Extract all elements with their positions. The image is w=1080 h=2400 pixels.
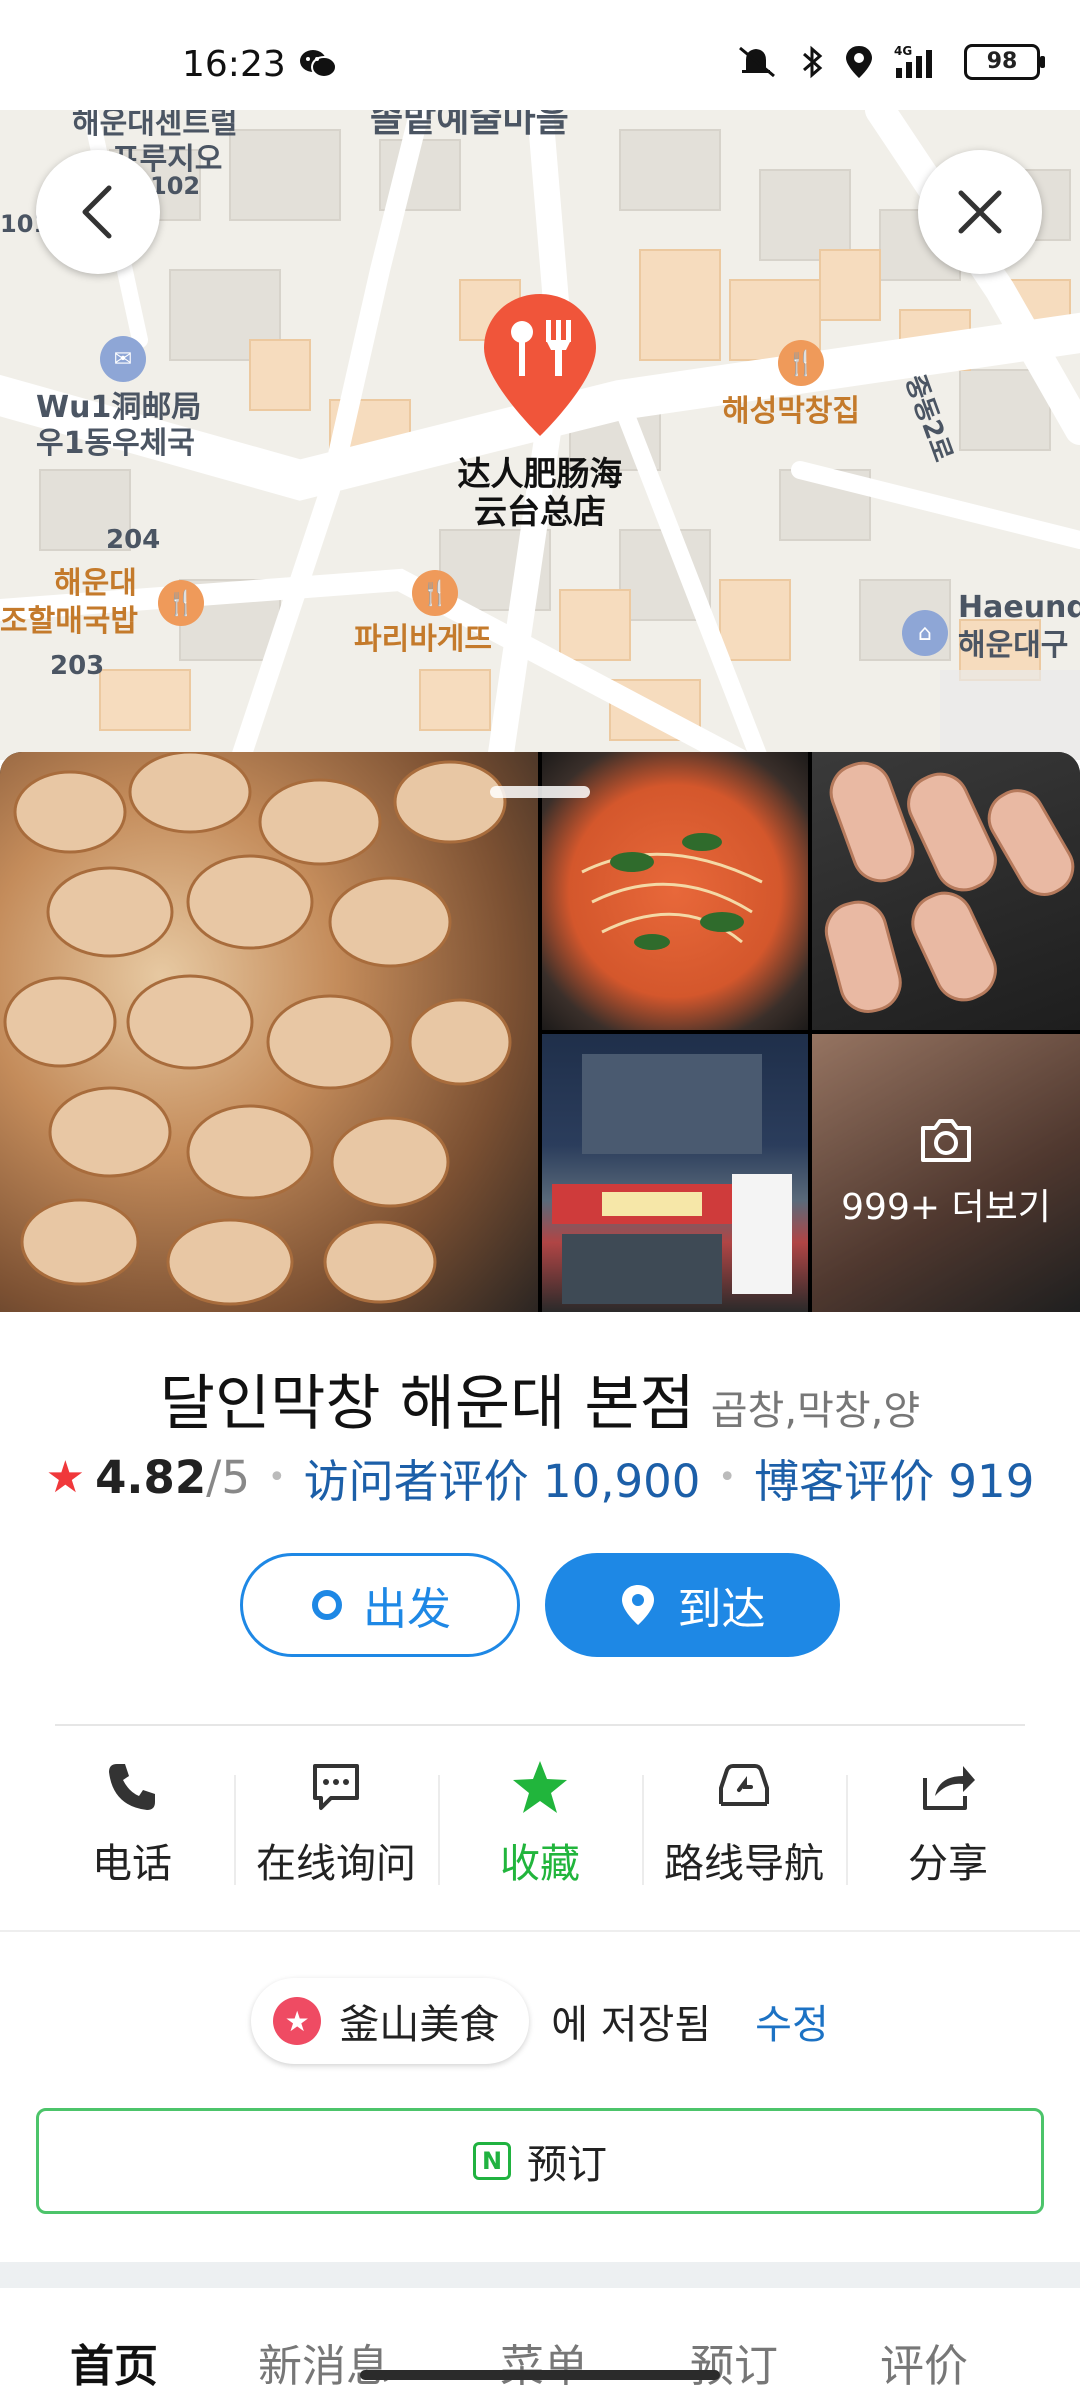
post-office-icon: ✉: [100, 336, 146, 382]
rating-star-icon: ★: [45, 1452, 86, 1503]
favorite-label: 收藏: [500, 1841, 580, 1887]
pin-label: 达人肥肠海: [457, 454, 623, 493]
saved-list-chip[interactable]: ★ 釜山美食: [251, 1978, 530, 2064]
share-icon: [923, 1766, 975, 1810]
route-navigation-action[interactable]: 路线导航: [642, 1755, 846, 1895]
close-icon: [958, 190, 1002, 234]
chat-icon: [313, 1764, 359, 1810]
map-label: 우1동우체국: [36, 426, 195, 461]
restaurant-icon: 🍴: [158, 580, 204, 626]
section-gap: [0, 2262, 1080, 2288]
battery-indicator: 98: [964, 44, 1045, 80]
map-label: 솔밭예술마을: [370, 110, 569, 140]
photo-main-art: [3, 752, 512, 1306]
favorite-action[interactable]: 收藏: [438, 1755, 642, 1895]
photo-gallery[interactable]: 999+ 더보기: [0, 752, 1080, 1312]
status-bar: 16:23 4G 98: [0, 0, 1080, 110]
map-label: 파리바게뜨: [354, 622, 492, 657]
separator-dot: •: [267, 1460, 286, 1495]
signal-icon: 4G: [894, 44, 932, 78]
separator-dot: •: [718, 1460, 737, 1495]
route-navigation-label: 路线导航: [664, 1841, 824, 1887]
map-label: Wu1洞邮局: [36, 390, 202, 425]
photo-storefront-art: [552, 1054, 792, 1304]
origin-dot-icon: [312, 1590, 342, 1620]
depart-label: 出发: [363, 1584, 451, 1635]
edit-saved-link[interactable]: 수정: [755, 1992, 829, 2050]
saved-list-name: 釜山美食: [339, 2002, 500, 2048]
place-category: 곱창,막창,양: [710, 1388, 921, 1434]
map-label: 203: [50, 651, 105, 681]
call-label: 电话: [92, 1841, 172, 1887]
location-icon: [846, 46, 872, 78]
more-photos-overlay[interactable]: 999+ 더보기: [812, 1034, 1080, 1312]
mute-icon: [739, 46, 775, 78]
bluetooth-icon: [803, 45, 823, 79]
car-icon: [719, 1764, 769, 1806]
blog-reviews-link[interactable]: 博客评价 919: [754, 1445, 1034, 1510]
map-label: 204: [106, 525, 161, 555]
share-action[interactable]: 分享: [846, 1755, 1050, 1895]
tab-news[interactable]: 新消息: [258, 2330, 390, 2394]
tab-home[interactable]: 首页: [70, 2330, 158, 2394]
photo-sausage[interactable]: [812, 752, 1080, 1030]
saved-star-icon: ★: [273, 1997, 322, 2045]
pin-label: 云台总店: [474, 492, 606, 531]
government-icon: ⌂: [902, 610, 948, 656]
rating-out-of: /5: [206, 1451, 250, 1504]
wechat-icon: [300, 50, 337, 78]
online-inquiry-label: 在线询问: [256, 1841, 416, 1887]
call-action[interactable]: 电话: [30, 1755, 234, 1895]
tab-reviews[interactable]: 评价: [880, 2330, 968, 2394]
action-bar: 电话 在线询问 收藏 路线导航 分享: [30, 1755, 1050, 1895]
online-inquiry-action[interactable]: 在线询问: [234, 1755, 438, 1895]
close-button[interactable]: [918, 150, 1042, 274]
star-icon: [513, 1761, 567, 1813]
more-photos-label: 999+ 더보기: [841, 1187, 1051, 1228]
svg-text:4G: 4G: [894, 44, 912, 58]
tab-reservation[interactable]: 预订: [690, 2330, 778, 2394]
map-label: Haeund: [958, 590, 1080, 625]
divider: [55, 1724, 1025, 1726]
rating-score: 4.82: [95, 1451, 207, 1504]
section-divider: [0, 1930, 1080, 1932]
camera-icon: [921, 1119, 971, 1162]
place-name: 달인막창 해운대 본점: [159, 1369, 695, 1439]
status-icons: 4G 98: [736, 44, 1045, 80]
arrive-label: 到达: [677, 1584, 766, 1635]
chevron-left-icon: [82, 185, 112, 239]
share-label: 分享: [908, 1841, 988, 1887]
saved-row: ★ 釜山美食 에 저장됨 수정: [0, 1978, 1080, 2064]
map-label: 해운대: [54, 566, 137, 601]
back-button[interactable]: [36, 150, 160, 274]
status-time: 16:23: [182, 44, 286, 85]
phone-icon: [109, 1764, 155, 1810]
home-indicator[interactable]: [360, 2370, 720, 2380]
place-title-row: 달인막창 해운대 본점 곱창,막창,양: [0, 1355, 1080, 1442]
tab-bar: 首页 新消息 菜单 预订 评价: [0, 2288, 1080, 2400]
map-label: 조할매국밥: [0, 604, 138, 639]
naver-reservation-icon: N: [473, 2142, 511, 2180]
tab-menu[interactable]: 菜单: [500, 2330, 588, 2394]
restaurant-icon: 🍴: [412, 570, 458, 616]
photo-more[interactable]: 999+ 더보기: [812, 1034, 1080, 1312]
visitor-reviews-link[interactable]: 访问者评价 10,900: [304, 1445, 701, 1510]
sheet-drag-handle[interactable]: [490, 786, 590, 798]
rating-row: ★ 4.82 /5 • 访问者评价 10,900 • 博客评价 919: [0, 1445, 1080, 1510]
location-pin-icon: [621, 1585, 654, 1625]
arrive-button[interactable]: 到达: [545, 1553, 840, 1657]
map-label: 해운대구: [958, 628, 1069, 663]
map-label: 해운대센트럴: [72, 110, 238, 141]
depart-button[interactable]: 出发: [240, 1553, 520, 1657]
photo-sausage-art: [824, 761, 1075, 1013]
saved-status-text: 에 저장됨: [551, 2002, 712, 2048]
photo-main[interactable]: [0, 752, 538, 1312]
map-label: 해성막창집: [722, 394, 860, 429]
restaurant-pin-icon[interactable]: [480, 290, 600, 440]
photo-storefront[interactable]: [542, 1034, 808, 1312]
reserve-button[interactable]: N 预订: [36, 2108, 1044, 2214]
reserve-label: 预订: [527, 2142, 607, 2188]
restaurant-icon: 🍴: [778, 340, 824, 386]
